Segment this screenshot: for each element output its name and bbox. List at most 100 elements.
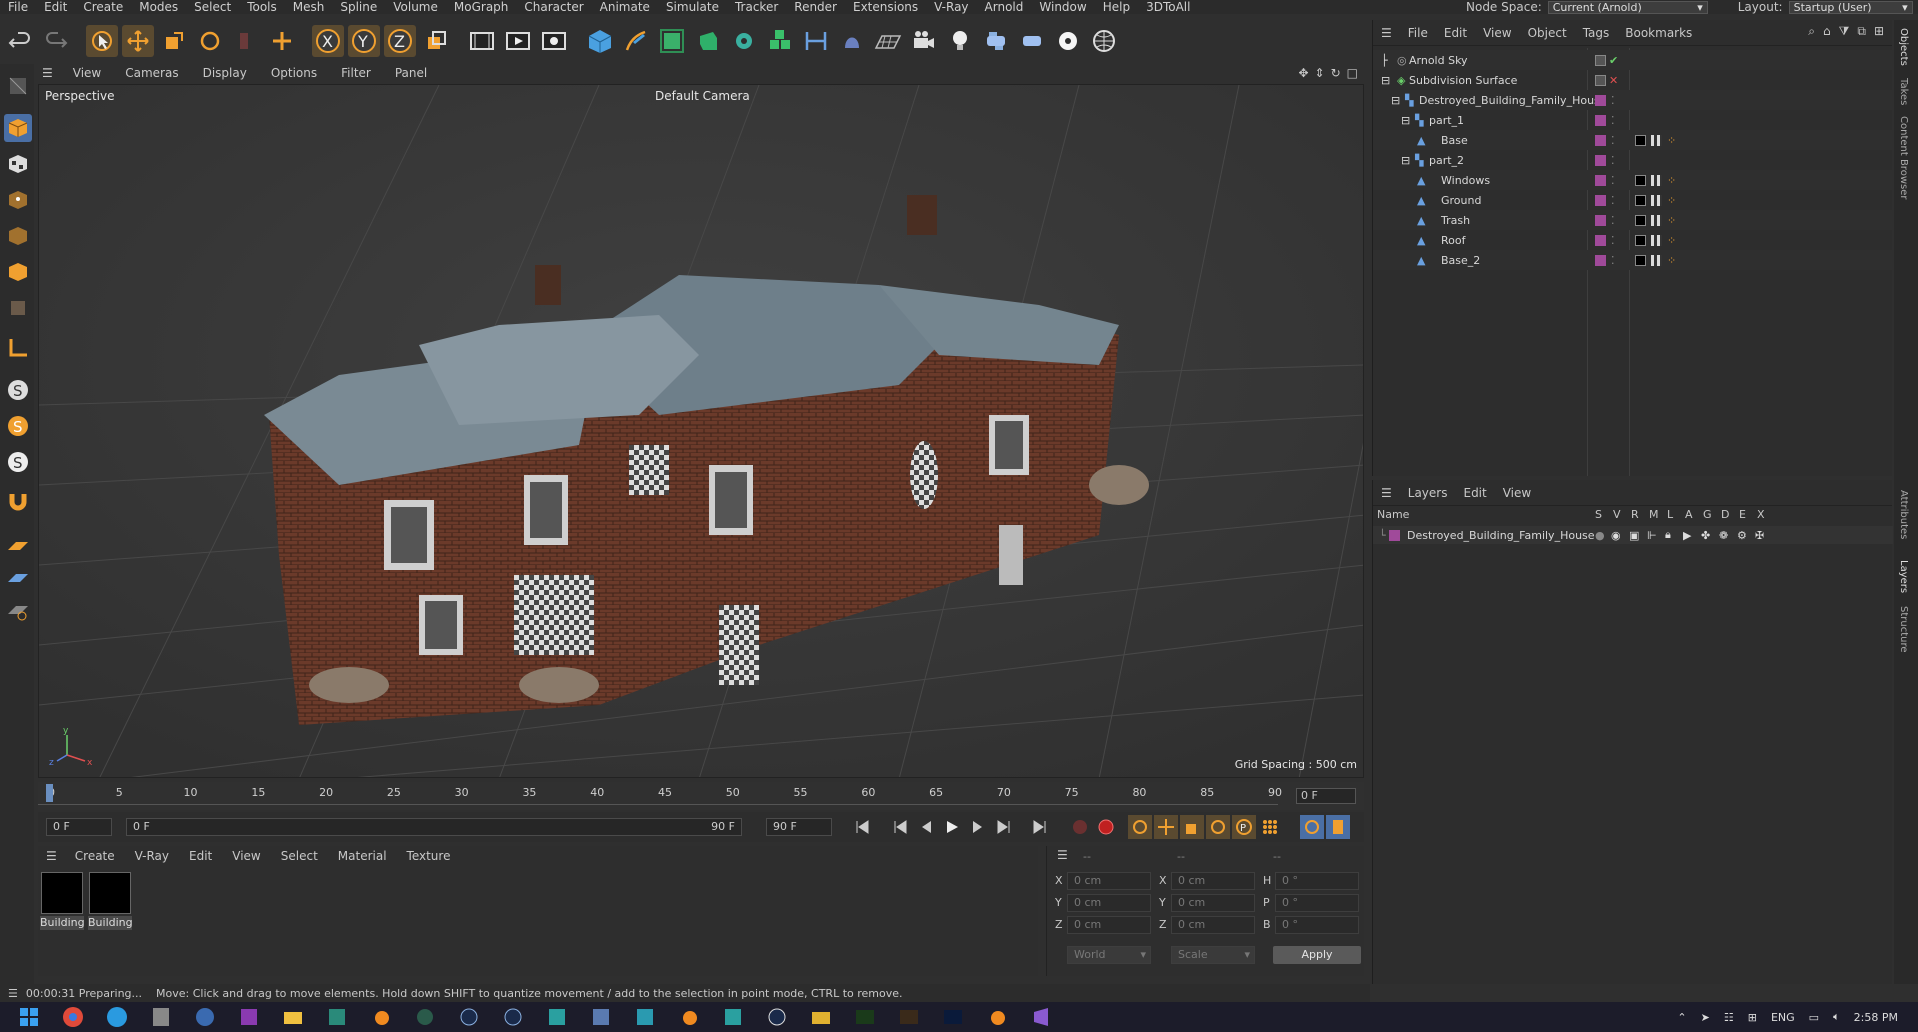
hamburger-icon[interactable]: ☰ [1373, 486, 1400, 500]
phong-tag-icon[interactable]: ⁘ [1667, 174, 1676, 187]
coord-system-dropdown[interactable]: World ▾ [1067, 946, 1151, 964]
polygon-mode-button[interactable] [4, 258, 32, 286]
deformer-button[interactable] [836, 25, 868, 57]
subdivision-button[interactable] [656, 25, 688, 57]
coordinate-system-button[interactable] [420, 25, 452, 57]
dots-icon[interactable]: ⁚ [1611, 254, 1615, 267]
object-row-part-2[interactable]: ⊟ ▚ part_2 ⁚ [1373, 150, 1893, 170]
taskbar-blender-2[interactable] [674, 1005, 704, 1029]
taskbar-cinema4d-3[interactable] [762, 1005, 792, 1029]
dots-icon[interactable]: ⁚ [1611, 154, 1615, 167]
material-tag[interactable] [1635, 194, 1646, 206]
tab-attributes[interactable]: Attributes [1898, 490, 1909, 539]
live-selection-button[interactable] [86, 25, 118, 57]
start-button[interactable] [14, 1005, 44, 1029]
rot-h-field[interactable]: 0 ° [1275, 872, 1359, 890]
hamburger-icon[interactable]: ☰ [34, 66, 61, 80]
magnet-button[interactable] [4, 488, 32, 516]
object-row-base-2[interactable]: ▲ Base_2 ⁚ ⁘ [1373, 250, 1893, 270]
layer-row[interactable]: └ Destroyed_Building_Family_House ● ◉ ▣ … [1373, 526, 1893, 544]
menu-help[interactable]: Help [1095, 0, 1138, 14]
generator-icon[interactable]: ✤ [1701, 529, 1710, 542]
manager-icon[interactable]: ⊩ [1647, 529, 1657, 542]
timeline-ruler[interactable]: 051015202530354045505560657075808590 0 F [38, 782, 1364, 810]
floor-button[interactable] [872, 25, 904, 57]
objects-menu-bookmarks[interactable]: Bookmarks [1617, 26, 1700, 40]
layer-color-tag[interactable] [1595, 234, 1606, 246]
layer-color-tag[interactable] [1595, 154, 1606, 166]
taskbar-blender[interactable] [366, 1005, 396, 1029]
viewport-menu-options[interactable]: Options [259, 66, 329, 80]
collapse-icon[interactable]: ⊟ [1401, 114, 1410, 127]
object-row-windows[interactable]: ▲ Windows ⁚ ⁘ [1373, 170, 1893, 190]
collapse-icon[interactable]: ⊟ [1391, 94, 1400, 107]
dots-icon[interactable]: ⁚ [1611, 194, 1615, 207]
network-icon[interactable]: ☷ [1724, 1011, 1734, 1024]
dots-icon[interactable]: ⁚ [1611, 134, 1615, 147]
taskbar-app-3[interactable] [542, 1005, 572, 1029]
point-mode-button[interactable] [4, 186, 32, 214]
uvw-tag[interactable] [1651, 214, 1662, 226]
dots-icon[interactable]: ⁚ [1611, 174, 1615, 187]
chevron-up-icon[interactable]: ⌃ [1677, 1011, 1686, 1024]
record-button[interactable] [1068, 815, 1092, 839]
snap-button[interactable]: S [4, 376, 32, 404]
snap-settings-button[interactable]: S [4, 412, 32, 440]
material-swatch[interactable]: Building [88, 872, 132, 932]
object-row-part-1[interactable]: ⊟ ▚ part_1 ⁚ [1373, 110, 1893, 130]
objects-menu-file[interactable]: File [1400, 26, 1436, 40]
menu-mograph[interactable]: MoGraph [446, 0, 517, 14]
uvw-tag[interactable] [1651, 174, 1662, 186]
menu-arnold[interactable]: Arnold [977, 0, 1032, 14]
layer-color-tag[interactable] [1595, 174, 1606, 186]
render-icon[interactable]: ▣ [1629, 529, 1639, 542]
add-button[interactable] [266, 25, 298, 57]
orbit-icon[interactable]: ↻ [1331, 66, 1341, 80]
material-tag[interactable] [1635, 254, 1646, 266]
material-menu-texture[interactable]: Texture [397, 849, 461, 863]
material-menu-vray[interactable]: V-Ray [125, 849, 179, 863]
workplane-button[interactable] [4, 532, 32, 560]
current-frame-field[interactable]: 0 F [1296, 788, 1356, 804]
settings-button[interactable] [1052, 25, 1084, 57]
uv-mode-button[interactable] [4, 294, 32, 322]
start-frame-field[interactable]: 0 F [46, 818, 112, 836]
phong-tag-icon[interactable]: ⁘ [1667, 134, 1676, 147]
object-row-roof[interactable]: ▲ Roof ⁚ ⁘ [1373, 230, 1893, 250]
taskbar-app-2[interactable] [410, 1005, 440, 1029]
pen-button[interactable] [620, 25, 652, 57]
taskbar-cinema4d-2[interactable] [498, 1005, 528, 1029]
xref-icon[interactable]: ✠ [1755, 529, 1764, 542]
taskbar-cinema4d[interactable] [454, 1005, 484, 1029]
menu-mesh[interactable]: Mesh [285, 0, 333, 14]
material-swatch[interactable]: Building [40, 872, 84, 932]
rot-p-field[interactable]: 0 ° [1275, 894, 1359, 912]
tab-objects[interactable]: Objects [1898, 28, 1909, 66]
tool-placeholder-button[interactable] [230, 25, 262, 57]
taskbar-files[interactable] [806, 1005, 836, 1029]
z-axis-button[interactable]: Z [384, 25, 416, 57]
menu-create[interactable]: Create [75, 0, 131, 14]
visibility-toggle[interactable] [1595, 54, 1606, 66]
layer-color-tag[interactable] [1595, 114, 1606, 126]
layer-color-tag[interactable] [1595, 254, 1606, 266]
phong-tag-icon[interactable]: ⁘ [1667, 234, 1676, 247]
taskbar-maya[interactable] [718, 1005, 748, 1029]
menu-tools[interactable]: Tools [239, 0, 285, 14]
pan-icon[interactable]: ✥ [1298, 66, 1308, 80]
taskbar-blender-3[interactable] [982, 1005, 1012, 1029]
end-frame-field[interactable]: 90 F [766, 818, 832, 836]
menu-vray[interactable]: V-Ray [926, 0, 976, 14]
objects-menu-view[interactable]: View [1475, 26, 1519, 40]
speaker-icon[interactable]: 🔈︎ [1833, 1010, 1840, 1024]
layers-menu-edit[interactable]: Edit [1455, 486, 1494, 500]
lock-icon[interactable]: 🔒︎ [1665, 528, 1671, 542]
camera-button[interactable] [908, 25, 940, 57]
align-workplane-button[interactable] [4, 596, 32, 624]
prev-key-button[interactable] [888, 815, 912, 839]
pos-z-field[interactable]: 0 cm [1067, 916, 1151, 934]
material-menu-create[interactable]: Create [65, 849, 125, 863]
menu-volume[interactable]: Volume [385, 0, 446, 14]
dots-icon[interactable]: ⁚ [1611, 94, 1615, 107]
solo-icon[interactable]: ● [1595, 529, 1605, 542]
